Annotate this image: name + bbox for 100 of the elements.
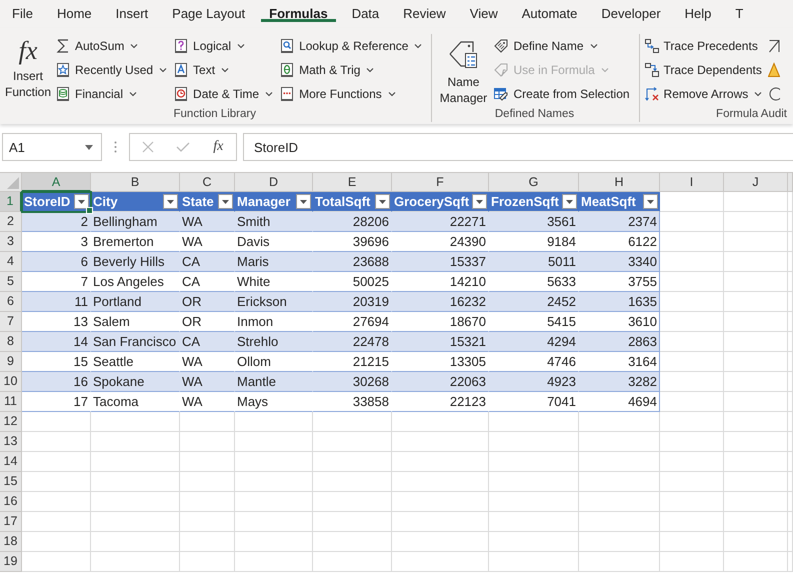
empty-cell[interactable] xyxy=(788,472,793,492)
empty-cell[interactable] xyxy=(788,212,793,232)
row-header[interactable]: 19 xyxy=(0,552,22,572)
empty-cell[interactable] xyxy=(724,352,788,372)
row-header[interactable]: 8 xyxy=(0,332,22,352)
empty-cell[interactable] xyxy=(579,452,660,472)
empty-cell[interactable] xyxy=(788,352,793,372)
empty-cell[interactable] xyxy=(235,512,313,532)
empty-cell[interactable] xyxy=(392,532,489,552)
ribbon-tab[interactable]: Automate xyxy=(514,0,586,22)
empty-cell[interactable] xyxy=(724,532,788,552)
empty-cell[interactable] xyxy=(579,472,660,492)
empty-cell[interactable] xyxy=(660,492,724,512)
empty-cell[interactable] xyxy=(489,492,579,512)
empty-cell[interactable] xyxy=(579,512,660,532)
empty-cell[interactable] xyxy=(392,472,489,492)
empty-cell[interactable] xyxy=(489,552,579,572)
empty-cell[interactable] xyxy=(660,472,724,492)
empty-cell[interactable] xyxy=(489,472,579,492)
name-manager-button[interactable]: Name Manager xyxy=(436,34,490,108)
empty-cell[interactable] xyxy=(660,452,724,472)
empty-cell[interactable] xyxy=(489,512,579,532)
header-cell[interactable]: State xyxy=(180,192,235,212)
row-header[interactable]: 11 xyxy=(0,392,22,412)
empty-cell[interactable] xyxy=(788,232,793,252)
empty-cell[interactable] xyxy=(489,432,579,452)
empty-cell[interactable] xyxy=(313,432,392,452)
empty-cell[interactable] xyxy=(180,452,235,472)
ribbon-tab[interactable]: Insert xyxy=(108,0,156,22)
empty-cell[interactable] xyxy=(724,192,788,212)
column-header[interactable]: F xyxy=(392,173,489,192)
empty-cell[interactable] xyxy=(660,512,724,532)
column-header[interactable]: C xyxy=(180,173,235,192)
ribbon-button[interactable]: Trace Precedents xyxy=(644,34,766,58)
empty-cell[interactable] xyxy=(788,252,793,272)
empty-cell[interactable] xyxy=(724,292,788,312)
ribbon-tab[interactable]: T xyxy=(727,0,752,22)
empty-cell[interactable] xyxy=(180,492,235,512)
empty-cell[interactable] xyxy=(579,412,660,432)
empty-cell[interactable] xyxy=(91,532,180,552)
ribbon-button[interactable]: Text xyxy=(173,58,276,82)
empty-cell[interactable] xyxy=(180,512,235,532)
empty-cell[interactable] xyxy=(788,392,793,412)
empty-cell[interactable] xyxy=(91,472,180,492)
empty-cell[interactable] xyxy=(235,472,313,492)
empty-cell[interactable] xyxy=(392,512,489,532)
ribbon-tab[interactable]: Home xyxy=(48,0,100,22)
empty-cell[interactable] xyxy=(235,492,313,512)
row-header[interactable]: 18 xyxy=(0,532,22,552)
empty-cell[interactable] xyxy=(788,272,793,292)
ribbon-tab[interactable]: Help xyxy=(676,0,720,22)
empty-cell[interactable] xyxy=(788,532,793,552)
header-cell[interactable]: City xyxy=(91,192,180,212)
row-header[interactable]: 2 xyxy=(0,212,22,232)
empty-cell[interactable] xyxy=(788,312,793,332)
empty-cell[interactable] xyxy=(235,452,313,472)
empty-cell[interactable] xyxy=(91,452,180,472)
empty-cell[interactable] xyxy=(235,532,313,552)
row-header[interactable]: 15 xyxy=(0,472,22,492)
empty-cell[interactable] xyxy=(724,232,788,252)
empty-cell[interactable] xyxy=(392,412,489,432)
empty-cell[interactable] xyxy=(660,312,724,332)
empty-cell[interactable] xyxy=(660,392,724,412)
empty-cell[interactable] xyxy=(724,452,788,472)
row-header[interactable]: 7 xyxy=(0,312,22,332)
row-header[interactable]: 9 xyxy=(0,352,22,372)
empty-cell[interactable] xyxy=(91,512,180,532)
header-cell[interactable]: TotalSqft xyxy=(313,192,392,212)
column-header[interactable]: E xyxy=(313,173,392,192)
empty-cell[interactable] xyxy=(313,472,392,492)
row-header[interactable]: 13 xyxy=(0,432,22,452)
ribbon-button[interactable]: Date & Time xyxy=(173,82,276,106)
header-cell[interactable]: GrocerySqft xyxy=(392,192,489,212)
empty-cell[interactable] xyxy=(724,312,788,332)
empty-cell[interactable] xyxy=(91,412,180,432)
row-header[interactable]: 4 xyxy=(0,252,22,272)
ribbon-tab[interactable]: Developer xyxy=(593,0,669,22)
empty-cell[interactable] xyxy=(788,452,793,472)
empty-cell[interactable] xyxy=(724,412,788,432)
header-cell[interactable]: MeatSqft xyxy=(579,192,660,212)
empty-cell[interactable] xyxy=(489,532,579,552)
header-cell[interactable]: Manager xyxy=(235,192,313,212)
empty-cell[interactable] xyxy=(788,492,793,512)
ribbon-tab[interactable]: Review xyxy=(395,0,454,22)
empty-cell[interactable] xyxy=(91,432,180,452)
empty-cell[interactable] xyxy=(724,392,788,412)
empty-cell[interactable] xyxy=(392,492,489,512)
row-header[interactable]: 5 xyxy=(0,272,22,292)
filter-button[interactable] xyxy=(562,194,577,209)
empty-cell[interactable] xyxy=(724,252,788,272)
empty-cell[interactable] xyxy=(660,352,724,372)
empty-cell[interactable] xyxy=(392,452,489,472)
empty-cell[interactable] xyxy=(788,432,793,452)
row-header[interactable]: 1 xyxy=(0,192,22,212)
empty-cell[interactable] xyxy=(180,532,235,552)
ribbon-tab[interactable]: Formulas xyxy=(261,0,336,22)
empty-cell[interactable] xyxy=(180,412,235,432)
empty-cell[interactable] xyxy=(788,292,793,312)
filter-button[interactable] xyxy=(375,194,390,209)
column-header[interactable]: D xyxy=(235,173,313,192)
